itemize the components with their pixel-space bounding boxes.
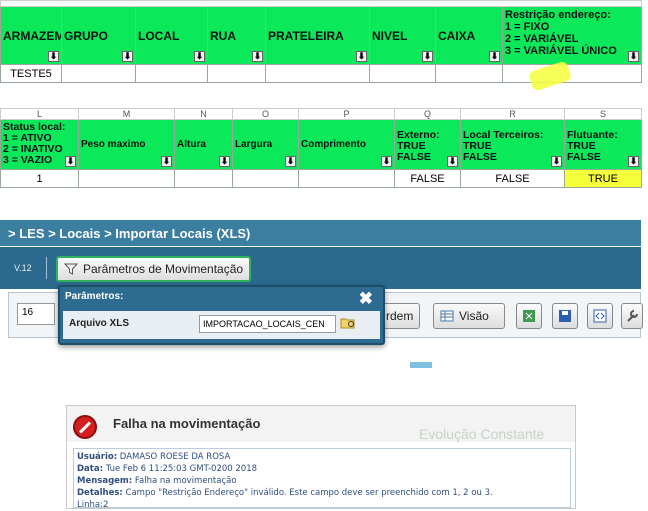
header-restricao[interactable]: Restrição endereço: 1 = FIXO 2 = VARIÁVE… [502,6,642,65]
error-title: Falha na movimentação [113,416,261,431]
header-grupo[interactable]: GRUPO ⬇ [61,6,136,65]
header-flutuante[interactable]: Flutuante: TRUE FALSE ⬇ [564,119,642,170]
header-status-local[interactable]: Status local: 1 = ATIVO 2 = INATIVO 3 = … [0,119,79,170]
cell-local[interactable] [135,64,208,83]
filter-arrow-icon[interactable]: ⬇ [551,156,562,167]
cell-altura[interactable] [174,169,233,188]
header-largura[interactable]: Largura ⬇ [232,119,299,170]
cell-armazem[interactable]: TESTE5 [0,64,62,83]
header-local-terceiros[interactable]: Local Terceiros: TRUE FALSE ⬇ [460,119,565,170]
filter-arrow-icon[interactable]: ⬇ [219,156,230,167]
visao-button[interactable]: Visão [433,303,505,329]
filter-arrow-icon[interactable]: ⬇ [65,156,76,167]
filter-arrow-icon[interactable]: ⬇ [422,51,433,62]
filter-arrow-icon[interactable]: ⬇ [356,51,367,62]
params-button[interactable]: Parâmetros de Movimentação [56,256,252,282]
params-popup: Parâmetros: ✖ Arquivo XLS IMPORTACAO_LOC… [58,285,385,345]
error-details: Usuário: DAMASO ROESE DA ROSA Data: Tue … [73,448,571,510]
header-peso-maximo[interactable]: Peso maximo ⬇ [78,119,175,170]
filter-arrow-icon[interactable]: ⬇ [48,51,59,62]
header-caixa[interactable]: CAIXA ⬇ [435,6,503,65]
cell-flutuante[interactable]: TRUE [564,169,642,188]
folder-search-icon[interactable] [340,316,356,330]
cell-caixa[interactable] [435,64,503,83]
error-dialog: Evolução Constante Falha na movimentação… [66,405,576,510]
popup-title: Parâmetros: [65,291,124,302]
watermark-text: Evolução Constante [419,426,545,442]
breadcrumb: > LES > Locais > Importar Locais (XLS) [0,220,641,246]
cell-prateleira[interactable] [265,64,370,83]
filter-arrow-icon[interactable]: ⬇ [447,156,458,167]
grid-icon [440,310,454,322]
file-input[interactable]: IMPORTACAO_LOCAIS_CEN [199,315,336,333]
header-armazem[interactable]: ARMAZEM ⬇ [0,6,62,65]
filter-arrow-icon[interactable]: ⬇ [194,51,205,62]
code-icon [593,309,607,323]
filter-arrow-icon[interactable]: ⬇ [628,156,639,167]
filter-arrow-icon[interactable]: ⬇ [628,51,639,62]
version-label: V.12 [14,263,32,273]
page-size-input[interactable]: 16 [17,303,55,325]
cell-comprimento[interactable] [298,169,395,188]
header-altura[interactable]: Altura ⬇ [174,119,233,170]
close-icon[interactable]: ✖ [359,289,373,309]
cell-peso-maximo[interactable] [78,169,175,188]
cell-nivel[interactable] [369,64,436,83]
filter-arrow-icon[interactable]: ⬇ [252,51,263,62]
filter-arrow-icon[interactable]: ⬇ [122,51,133,62]
save-icon [559,310,571,322]
cell-externo[interactable]: FALSE [394,169,461,188]
filter-arrow-icon[interactable]: ⬇ [285,156,296,167]
cell-largura[interactable] [232,169,299,188]
header-prateleira[interactable]: PRATELEIRA ⬇ [265,6,370,65]
ordem-button[interactable]: rdem [381,303,421,329]
cell-rua[interactable] [207,64,266,83]
cell-local-terceiros[interactable]: FALSE [460,169,565,188]
header-comprimento[interactable]: Comprimento ⬇ [298,119,395,170]
cell-grupo[interactable] [61,64,136,83]
code-button[interactable] [587,303,613,329]
header-externo[interactable]: Externo: TRUE FALSE ⬇ [394,119,461,170]
header-nivel[interactable]: NIVEL ⬇ [369,6,436,65]
filter-arrow-icon[interactable]: ⬇ [489,51,500,62]
cell-status-local[interactable]: 1 [0,169,79,188]
save-button[interactable] [552,303,578,329]
filter-arrow-icon[interactable]: ⬇ [381,156,392,167]
header-rua[interactable]: RUA ⬇ [207,6,266,65]
file-label: Arquivo XLS [69,318,130,329]
action-bar: V.12 Parâmetros de Movimentação [0,247,641,289]
export-excel-button[interactable] [516,303,542,329]
stop-icon [73,415,97,439]
wrench-icon [627,310,638,322]
excel-icon [523,310,535,322]
filter-icon [64,263,78,275]
header-local[interactable]: LOCAL ⬇ [135,6,208,65]
tools-button[interactable] [621,303,643,329]
cell-restricao[interactable] [502,64,642,83]
filter-arrow-icon[interactable]: ⬇ [161,156,172,167]
spreadsheet-bottom: L M N O P Q R S Status local: 1 = ATIVO … [0,108,642,188]
